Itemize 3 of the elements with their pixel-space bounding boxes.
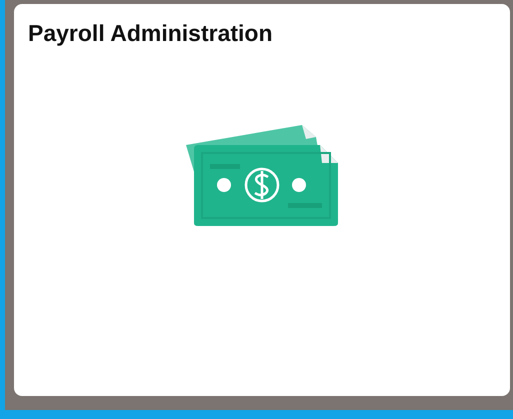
tile-card[interactable]: Payroll Administration — [14, 4, 510, 396]
tile-title: Payroll Administration — [28, 19, 274, 47]
money-icon — [184, 123, 340, 227]
